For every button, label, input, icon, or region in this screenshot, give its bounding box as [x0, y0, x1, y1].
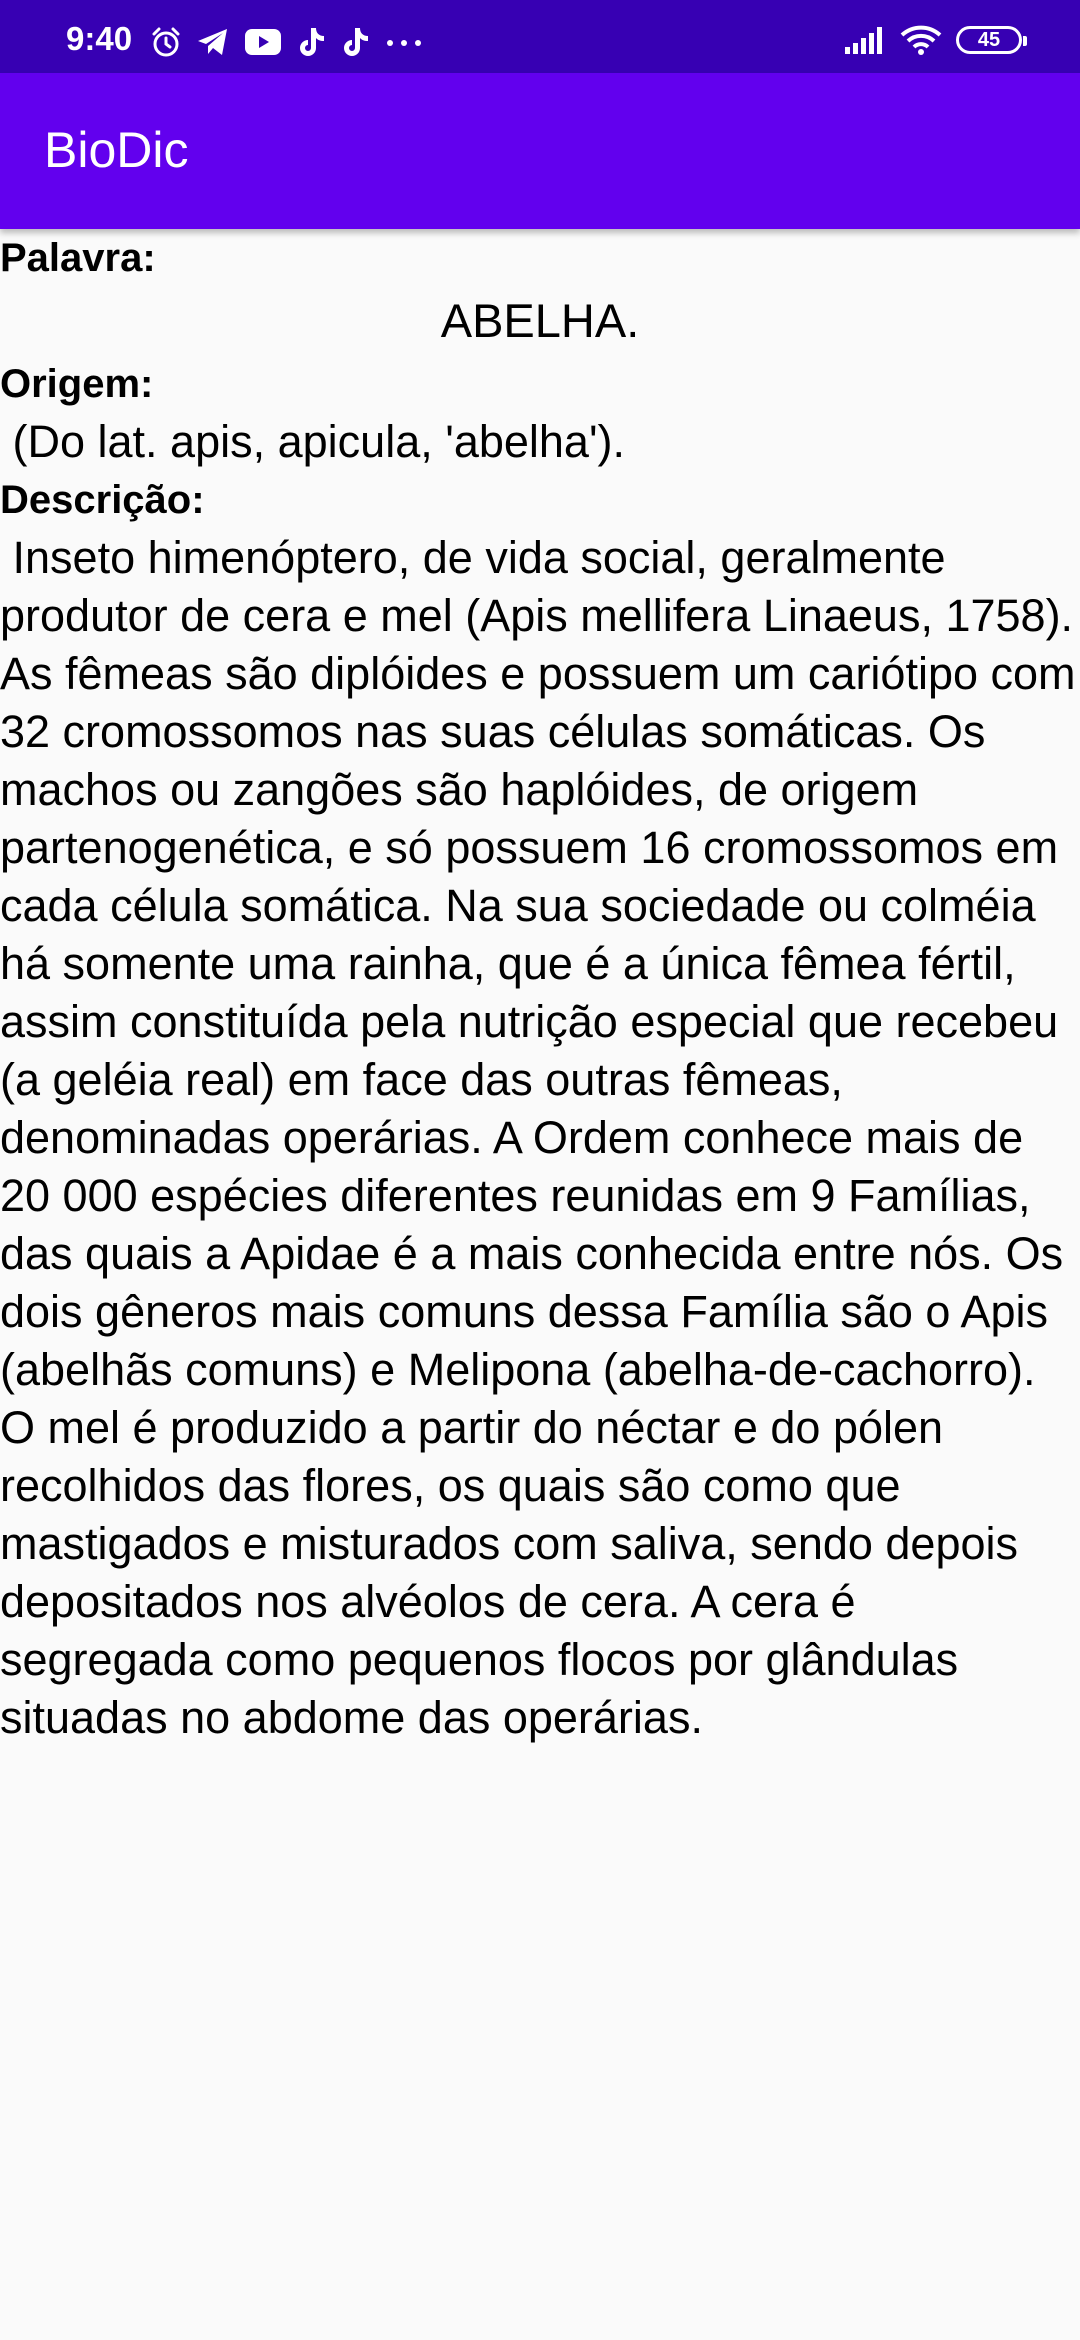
more-icon [387, 40, 421, 46]
battery-level: 45 [977, 28, 1001, 51]
descricao-value: Inseto himenóptero, de vida social, gera… [0, 532, 1076, 1743]
descricao-label: Descrição: [0, 478, 205, 522]
app-bar: BioDic [0, 73, 1080, 229]
wifi-icon [900, 25, 942, 55]
system-icons: 45 [844, 24, 1027, 56]
tiktok-icon [344, 28, 368, 56]
status-bar: 9:40 45 [0, 0, 1080, 73]
status-time: 9:40 [66, 20, 133, 57]
app-title: BioDic [44, 122, 189, 178]
dictionary-entry: Palavra: ABELHA. Origem: (Do lat. apis, … [0, 229, 1080, 1747]
palavra-value: ABELHA. [440, 294, 640, 347]
palavra-label: Palavra: [0, 236, 156, 280]
alarm-icon [152, 27, 180, 57]
origem-value: (Do lat. apis, apicula, 'abelha'). [0, 416, 626, 467]
youtube-icon [245, 29, 281, 55]
signal-icon [845, 27, 882, 54]
telegram-icon [198, 29, 227, 55]
tiktok-icon [300, 28, 324, 56]
battery-icon: 45 [956, 26, 1027, 54]
notification-icons [150, 26, 424, 58]
origem-label: Origem: [0, 362, 154, 406]
